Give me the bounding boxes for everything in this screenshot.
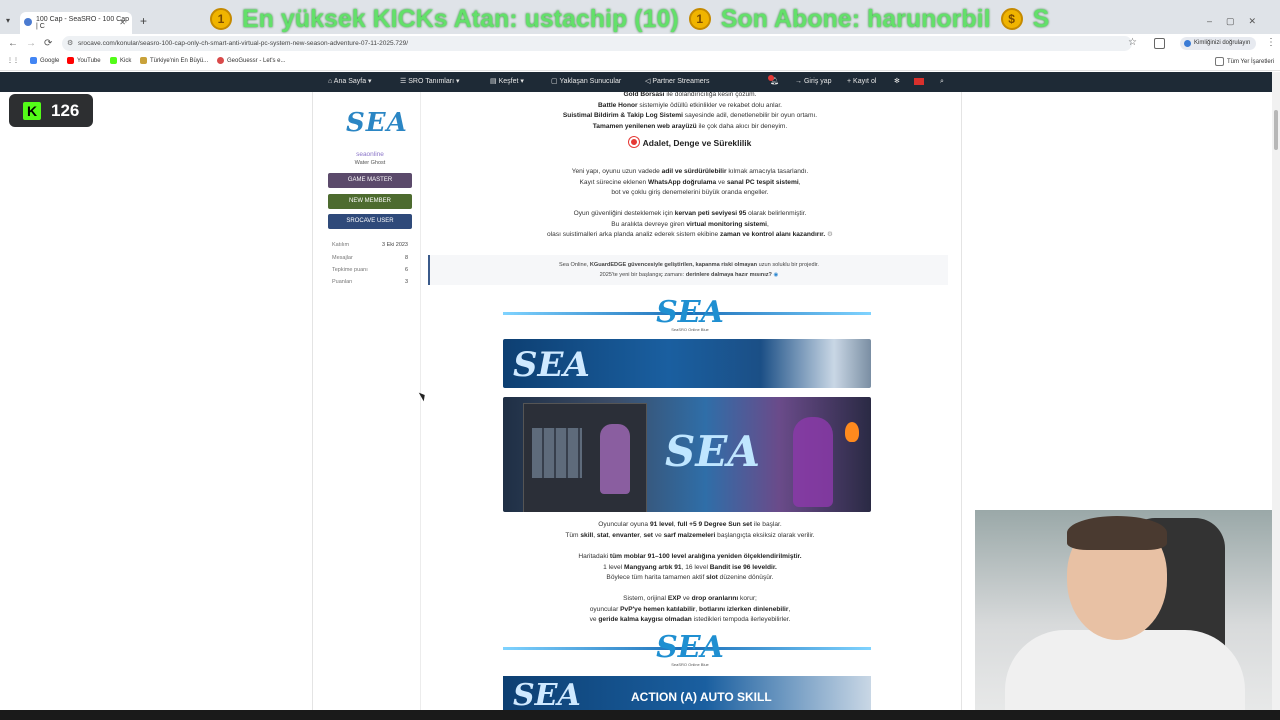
favicon-icon: [24, 18, 32, 26]
medal-icon: 1: [688, 8, 711, 30]
stat-messages: Mesajlar 8: [332, 255, 408, 261]
search-icon[interactable]: ⌕: [940, 72, 944, 92]
site-icon: [140, 57, 147, 64]
post-paragraph: Sistem, orijinal EXP ve drop oranlarını …: [589, 595, 791, 623]
promo-image-autoskill[interactable]: SEA ACTION (A) AUTO SKILL: [503, 676, 871, 710]
site-info-icon[interactable]: ⚙: [67, 36, 73, 51]
character-art: [793, 417, 833, 507]
nav-explore[interactable]: ▤ Keşfet ▾: [490, 72, 524, 92]
url-field[interactable]: ⚙ srocave.com/konular/seasro-100-cap-onl…: [62, 36, 1132, 51]
language-flag-icon[interactable]: [914, 72, 924, 92]
post-feature-list: Gold Borsası ile dolandırıcılığa kesin ç…: [430, 90, 950, 132]
marquee-top-kicker: En yüksek KICKs Atan: ustachip (10): [242, 4, 679, 33]
badge-game-master: GAME MASTER: [328, 173, 412, 188]
nav-home[interactable]: ⌂ Ana Sayfa ▾: [328, 72, 372, 92]
banner-logo: SEA: [656, 295, 724, 330]
stream-marquee: 1 En yüksek KICKs Atan: ustachip (10) 1 …: [210, 4, 1140, 34]
bookmark-star-icon[interactable]: ☆: [1128, 37, 1137, 48]
inventory-panel: [523, 403, 647, 512]
post-paragraph: Haritadaki tüm moblar 91–100 level aralı…: [578, 553, 802, 581]
wave-icon: ◉: [773, 272, 779, 278]
post-paragraph: Oyun güvenliğini desteklemek için kervan…: [547, 210, 833, 238]
site-navbar: [0, 72, 1272, 92]
gear-icon: ⚙: [827, 231, 833, 238]
feature-line: Suistimal Bildirim & Takip Log Sistemi s…: [562, 112, 818, 119]
theme-icon[interactable]: ✻: [894, 72, 900, 92]
marquee-last-sub: Son Abone: harunorbil: [720, 4, 991, 33]
forward-icon[interactable]: →: [26, 38, 36, 49]
tab-title: 100 Cap - SeaSRO - 100 Cap | C: [36, 16, 129, 30]
window-controls[interactable]: –▢✕: [1207, 16, 1270, 27]
bookmark-geoguessr[interactable]: GeoGuessr - Let's e...: [217, 57, 286, 64]
scrollbar[interactable]: [1272, 72, 1280, 720]
promo-image-inventory[interactable]: SEA: [503, 397, 871, 512]
banner-logo: SEA: [656, 630, 724, 665]
feature-line: Battle Honor sistemiyle ödüllü etkinlikl…: [598, 101, 782, 109]
promo-image[interactable]: SEA: [503, 339, 871, 388]
feature-line: Tamamen yenilenen web arayüzü ile çok da…: [592, 122, 788, 130]
browser-menu-icon[interactable]: ⋮: [1266, 37, 1276, 48]
medal-icon: 1: [210, 8, 232, 30]
bookmark-turkey[interactable]: Türkiye'nin En Büyü...: [140, 57, 208, 64]
user-title: Water Ghost: [354, 160, 386, 166]
post-paragraph: Oyuncular oyuna 91 level, full +5 9 Degr…: [565, 521, 815, 539]
post-paragraph: Yeni yapı, oyunu uzun vadede adil ve sür…: [571, 168, 809, 196]
username[interactable]: seaonline: [330, 151, 410, 158]
banner-subtitle: SeaSRO Online Blue: [671, 662, 709, 667]
profile-button[interactable]: Kimliğinizi doğrulayın: [1180, 37, 1257, 50]
url-text: srocave.com/konular/seasro-100-cap-only-…: [78, 40, 409, 47]
stat-joined: Katılım 3 Eki 2023: [332, 242, 408, 248]
google-icon: [30, 57, 37, 64]
money-bag-icon: $: [1000, 8, 1023, 30]
webcam-overlay: [975, 510, 1280, 720]
scrollbar-thumb[interactable]: [1274, 110, 1278, 150]
bookmark-youtube[interactable]: YouTube: [67, 57, 101, 64]
stat-reactions: Tepkime puanı 6: [332, 267, 408, 273]
torch-art: [845, 422, 859, 442]
banner-subtitle: SeaSRO Online Blue: [671, 327, 709, 332]
notification-dot: [768, 75, 774, 81]
reload-icon[interactable]: ⟳: [44, 38, 52, 49]
kick-viewer-counter: K 126: [9, 94, 93, 127]
section-heading: Adalet, Denge ve Süreklilik: [430, 137, 950, 148]
extensions-icon[interactable]: [1154, 38, 1165, 49]
post-quote: Sea Online, KGuardEDGE güvencesiyle geli…: [428, 255, 948, 285]
profile-label: Kimliğinizi doğrulayın: [1194, 40, 1251, 46]
nav-register[interactable]: + Kayıt ol: [847, 72, 876, 92]
youtube-icon: [67, 57, 74, 64]
new-tab-button[interactable]: +: [140, 14, 147, 28]
tab-search-icon[interactable]: ▾: [6, 16, 10, 25]
badge-new-member: NEW MEMBER: [328, 194, 412, 209]
browser-tab[interactable]: 100 Cap - SeaSRO - 100 Cap | C ✕: [20, 12, 132, 34]
all-bookmarks[interactable]: Tüm Yer İşaretleri: [1215, 57, 1274, 66]
apps-icon[interactable]: ⋮⋮: [7, 57, 19, 64]
viewer-count: 126: [51, 100, 80, 120]
geoguessr-icon: [217, 57, 224, 64]
taskbar: [0, 710, 1280, 720]
bookmark-google[interactable]: Google: [30, 57, 59, 64]
stat-points: Puanları 3: [332, 279, 408, 285]
nav-login[interactable]: → Giriş yap: [795, 72, 832, 92]
user-avatar[interactable]: SEA: [346, 108, 408, 138]
close-tab-icon[interactable]: ✕: [119, 18, 126, 27]
profile-icon: [1184, 40, 1191, 47]
marquee-next: S: [1032, 4, 1050, 33]
badge-srocave-user: SROCAVE USER: [328, 214, 412, 229]
nav-upcoming[interactable]: ▢ Yaklaşan Sunucular: [551, 72, 621, 92]
nav-sro[interactable]: ☰ SRO Tanımları ▾: [400, 72, 459, 92]
kick-icon: [110, 57, 117, 64]
bookmark-kick[interactable]: Kick: [110, 57, 131, 64]
folder-icon: [1215, 57, 1224, 66]
kick-icon: K: [23, 101, 41, 120]
target-icon: [628, 137, 639, 147]
back-icon[interactable]: ←: [8, 38, 18, 49]
nav-partners[interactable]: ◁ Partner Streamers: [645, 72, 710, 92]
feature-line: Gold Borsası ile dolandırıcılığa kesin ç…: [623, 91, 757, 98]
